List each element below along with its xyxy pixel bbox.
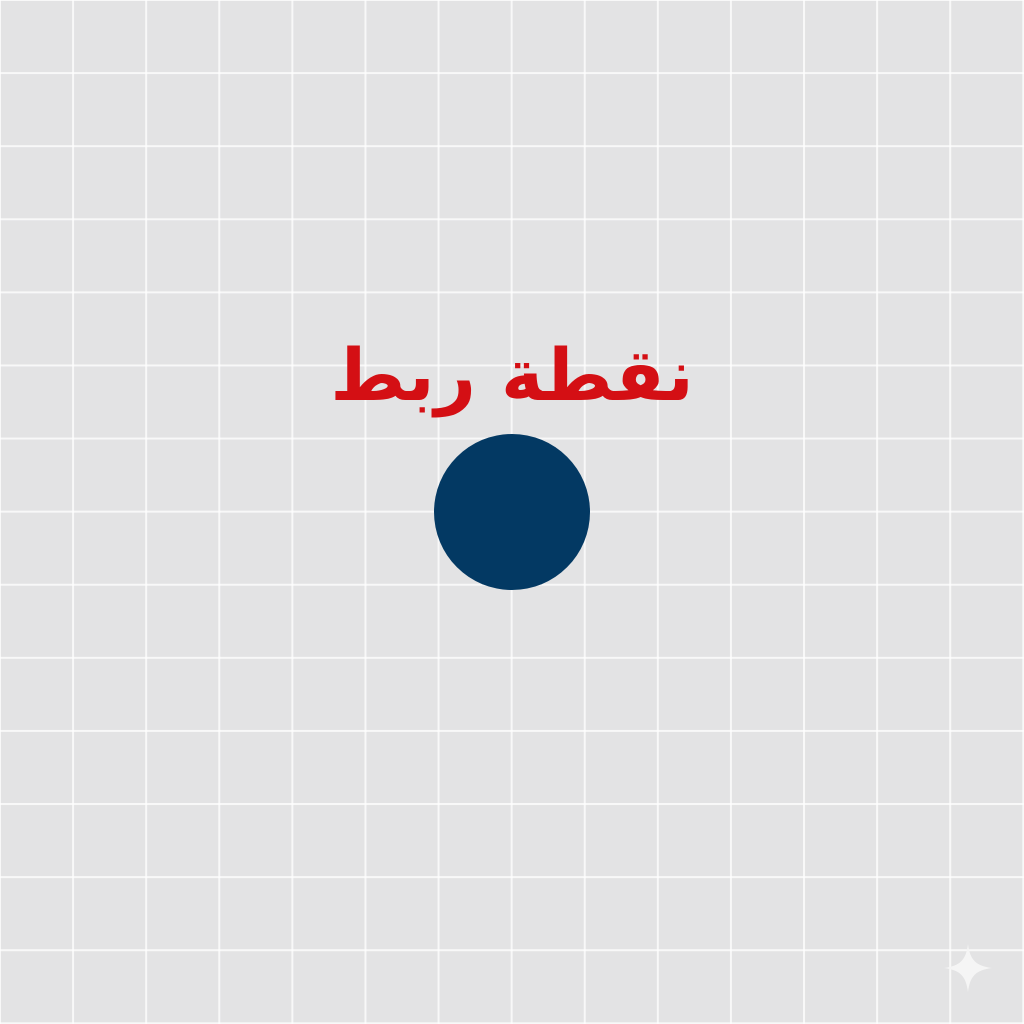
diagram-canvas: نقطة ربط <box>0 0 1024 1024</box>
anchor-point-dot <box>434 434 590 590</box>
anchor-point-label: نقطة ربط <box>330 333 694 417</box>
sparkle-icon <box>944 944 992 992</box>
sparkle-icon-shape <box>944 944 992 992</box>
